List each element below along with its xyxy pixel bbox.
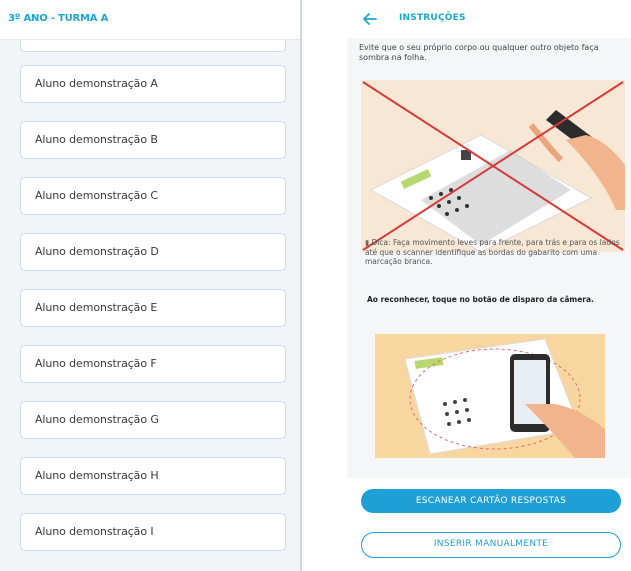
student-name: Aluno demonstração H [35,469,159,482]
intro-text: Evite que o seu próprio corpo ou qualque… [359,43,599,62]
wrong-example-illustration [361,80,625,252]
scan-answer-card-button[interactable]: ESCANEAR CARTÃO RESPOSTAS [361,489,621,513]
arrow-left-icon[interactable] [361,10,379,28]
page-title: INSTRUÇÕES [399,13,466,23]
class-header: 3º ANO - TURMA A [0,0,300,40]
tip-bold-text: Ao reconhecer, toque no botão de disparo… [367,295,594,304]
class-title: 3º ANO - TURMA A [8,13,109,24]
student-name: Aluno demonstração G [35,413,159,426]
student-item-e[interactable]: Aluno demonstração E [20,289,286,327]
instructions-content: Evite que o seu próprio corpo ou qualque… [347,38,631,478]
student-name: Aluno demonstração B [35,133,158,146]
student-item-a[interactable]: Aluno demonstração A [20,65,286,103]
student-item-h[interactable]: Aluno demonstração H [20,457,286,495]
student-item-b[interactable]: Aluno demonstração B [20,121,286,159]
list-item-partial[interactable] [20,40,286,52]
student-item-f[interactable]: Aluno demonstração F [20,345,286,383]
tip-icon: ▮ [365,238,370,247]
student-name: Aluno demonstração I [35,525,154,538]
student-item-i[interactable]: Aluno demonstração I [20,513,286,551]
instructions-screen: INSTRUÇÕES Evite que o seu próprio corpo… [347,0,631,571]
tip-text: ▮ Dica: Faça movimento leves para frente… [365,238,623,267]
student-name: Aluno demonstração E [35,301,158,314]
student-name: Aluno demonstração A [35,77,158,90]
student-name: Aluno demonstração C [35,189,158,202]
correct-example-illustration [375,334,605,458]
student-item-d[interactable]: Aluno demonstração D [20,233,286,271]
student-list-screen: 3º ANO - TURMA A Aluno demonstração A Al… [0,0,300,571]
insert-manually-button[interactable]: INSERIR MANUALMENTE [361,532,621,558]
tip-content: Dica: Faça movimento leves para frente, … [365,238,620,266]
student-name: Aluno demonstração F [35,357,157,370]
instructions-header: INSTRUÇÕES [347,0,631,38]
student-name: Aluno demonstração D [35,245,159,258]
student-item-g[interactable]: Aluno demonstração G [20,401,286,439]
panel-divider [300,0,302,571]
student-item-c[interactable]: Aluno demonstração C [20,177,286,215]
